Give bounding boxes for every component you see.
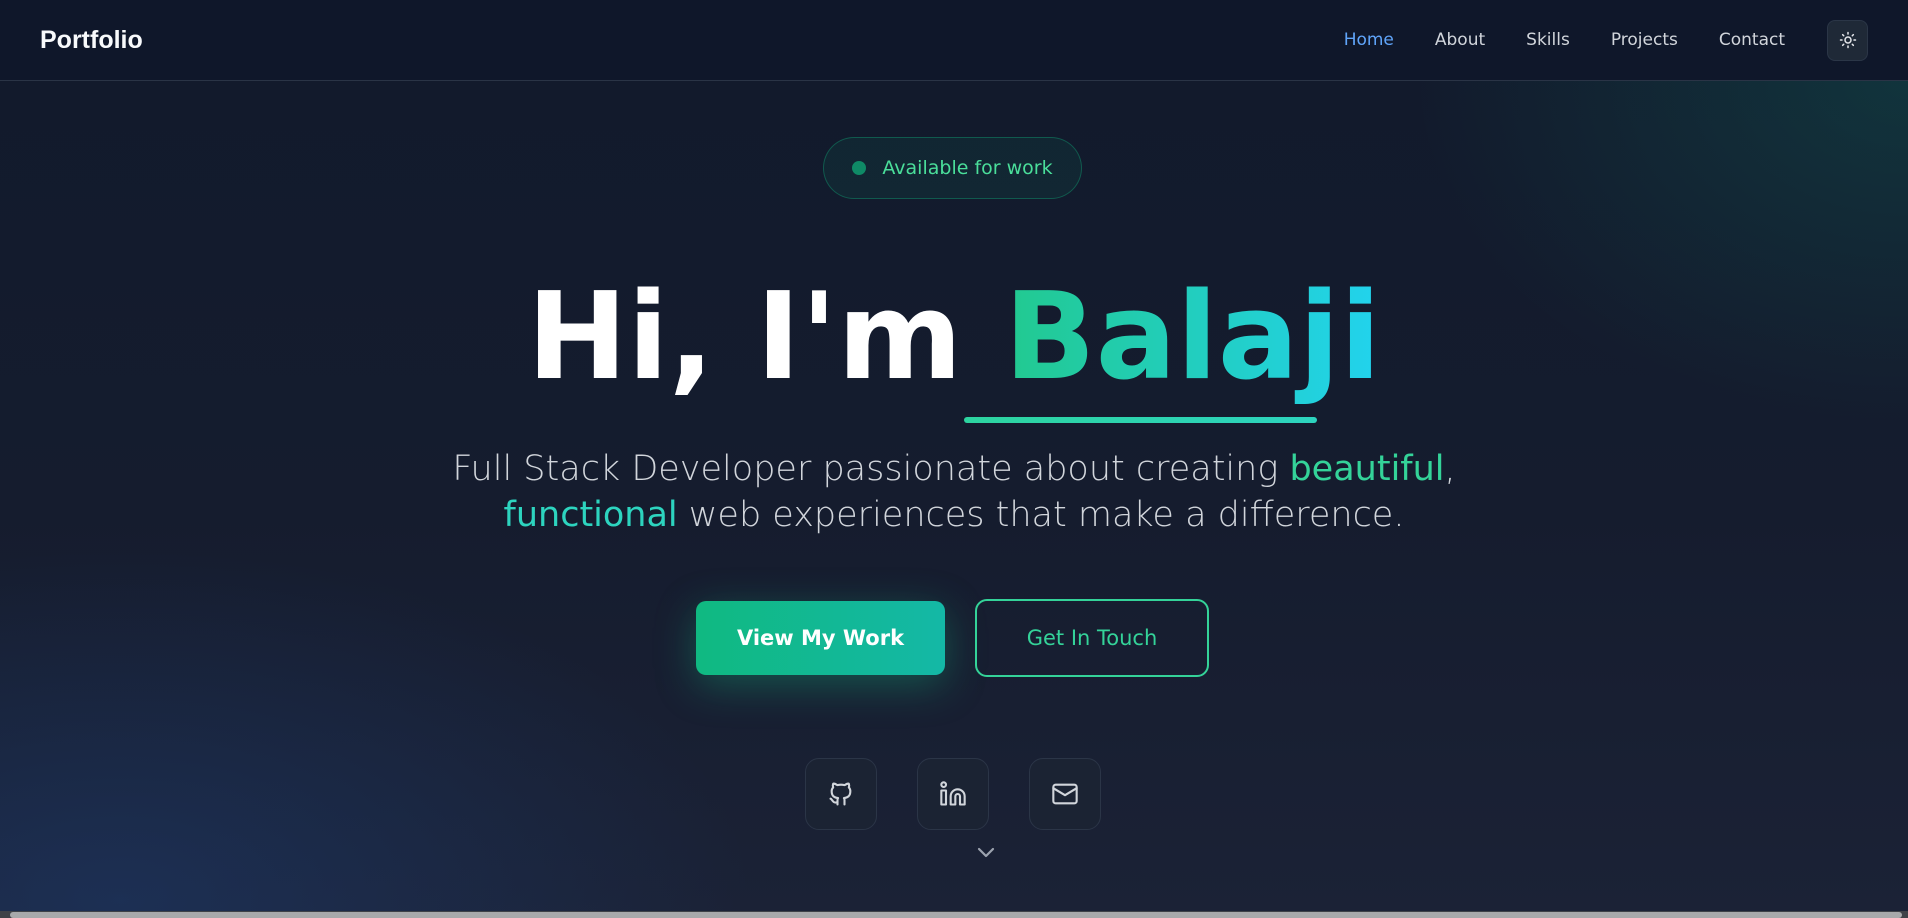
subtitle-highlight-beautiful: beautiful [1289,449,1445,489]
subtitle-text-end: web experiences that make a difference. [677,495,1405,535]
mail-icon [1052,783,1078,805]
view-my-work-button[interactable]: View My Work [696,601,945,675]
nav-link-home[interactable]: Home [1344,30,1394,50]
sun-icon [1839,31,1856,49]
name-underline [964,417,1317,423]
status-dot [852,161,867,175]
availability-text: Available for work [882,157,1053,179]
hero-greeting: Hi, I'm [527,268,1005,407]
subtitle-highlight-functional: functional [503,495,678,535]
horizontal-scrollbar-thumb[interactable] [10,912,1902,918]
nav-links: Home About Skills Projects Contact [1303,19,1868,61]
hero-title: Hi, I'm Balaji [0,268,1908,408]
site-logo[interactable]: Portfolio [40,26,143,55]
nav-link-skills[interactable]: Skills [1526,30,1570,50]
github-icon [829,782,852,806]
navbar: Portfolio Home About Skills Projects Con… [0,0,1908,81]
subtitle-comma: , [1444,449,1456,489]
nav-link-contact[interactable]: Contact [1719,30,1785,50]
hero-subtitle: Full Stack Developer passionate about cr… [0,446,1908,538]
nav-link-projects[interactable]: Projects [1611,30,1678,50]
get-in-touch-button[interactable]: Get In Touch [975,599,1209,677]
subtitle-text: Full Stack Developer passionate about cr… [452,449,1290,489]
linkedin-icon [940,781,966,806]
theme-toggle-button[interactable] [1827,19,1868,61]
chevron-down-icon[interactable] [974,840,998,864]
hero-name: Balaji [1004,268,1381,407]
nav-link-about[interactable]: About [1435,30,1485,50]
email-link[interactable] [1029,758,1101,830]
linkedin-link[interactable] [917,758,989,830]
availability-badge: Available for work [823,137,1082,199]
github-link[interactable] [805,758,877,830]
